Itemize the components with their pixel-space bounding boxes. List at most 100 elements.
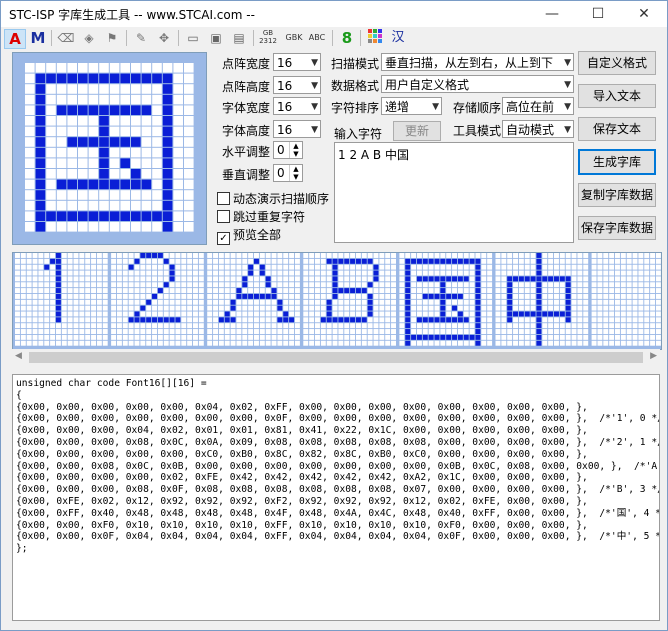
glyph-pixel[interactable] <box>577 311 583 317</box>
pencil-icon[interactable]: ✎ <box>131 29 151 47</box>
glyph-pixel[interactable] <box>20 305 26 311</box>
glyph-pixel[interactable] <box>469 299 475 305</box>
checkbox-box[interactable] <box>217 210 230 223</box>
glyph-pixel[interactable] <box>338 340 344 346</box>
glyph-pixel[interactable] <box>326 340 332 346</box>
glyph-pixel[interactable] <box>67 334 73 340</box>
glyph-pixel[interactable] <box>554 311 559 317</box>
glyph-pixel[interactable] <box>26 264 32 270</box>
glyph-pixel[interactable] <box>583 311 589 317</box>
glyph-pixel[interactable] <box>120 105 130 115</box>
glyph-pixel[interactable] <box>315 253 320 258</box>
glyph-pixel[interactable] <box>162 116 173 126</box>
glyph-pixel[interactable] <box>542 270 548 276</box>
glyph-pixel[interactable] <box>91 299 96 305</box>
glyph-pixel[interactable] <box>277 270 283 276</box>
glyph-pixel[interactable] <box>259 270 265 276</box>
glyph-pixel[interactable] <box>213 323 218 329</box>
glyph-pixel[interactable] <box>271 329 277 334</box>
glyph-pixel[interactable] <box>495 282 501 288</box>
glyph-pixel[interactable] <box>242 323 248 329</box>
glyph-pixel[interactable] <box>294 264 300 270</box>
glyph-pixel[interactable] <box>361 311 367 317</box>
glyph-pixel[interactable] <box>259 334 265 340</box>
glyph-pixel[interactable] <box>530 258 536 264</box>
glyph-pixel[interactable] <box>411 288 417 294</box>
glyph-pixel[interactable] <box>385 317 391 323</box>
glyph-pixel[interactable] <box>271 305 277 311</box>
glyph-pixel[interactable] <box>259 282 265 288</box>
glyph-pixel[interactable] <box>131 179 141 190</box>
glyph-pixel[interactable] <box>524 334 530 340</box>
glyph-pixel[interactable] <box>303 270 309 276</box>
glyph-pixel[interactable] <box>638 305 644 311</box>
glyph-pixel[interactable] <box>67 147 77 158</box>
glyph-pixel[interactable] <box>591 282 597 288</box>
glyph-pixel[interactable] <box>565 293 571 299</box>
glyph-pixel[interactable] <box>32 311 38 317</box>
glyph-pixel[interactable] <box>230 288 236 294</box>
glyph-pixel[interactable] <box>542 334 548 340</box>
glyph-pixel[interactable] <box>399 323 405 329</box>
glyph-pixel[interactable] <box>481 264 487 270</box>
glyph-pixel[interactable] <box>367 258 373 264</box>
glyph-pixel[interactable] <box>181 323 187 329</box>
glyph-pixel[interactable] <box>283 276 289 282</box>
glyph-pixel[interactable] <box>344 323 350 329</box>
glyph-pixel[interactable] <box>25 84 35 94</box>
glyph-pixel[interactable] <box>350 264 356 270</box>
glyph-pixel[interactable] <box>379 299 385 305</box>
glyph-pixel[interactable] <box>411 282 417 288</box>
glyph-pixel[interactable] <box>361 305 367 311</box>
glyph-pixel[interactable] <box>134 329 140 334</box>
glyph-pixel[interactable] <box>181 270 187 276</box>
glyph-pixel[interactable] <box>326 323 332 329</box>
glyph-pixel[interactable] <box>15 276 20 282</box>
glyph-pixel[interactable] <box>332 264 338 270</box>
glyph-pixel[interactable] <box>140 270 146 276</box>
glyph-pixel[interactable] <box>184 94 194 105</box>
glyph-pixel[interactable] <box>259 293 265 299</box>
glyph-pixel[interactable] <box>218 253 224 258</box>
glyph-pixel[interactable] <box>428 264 434 270</box>
glyph-pixel[interactable] <box>367 264 373 270</box>
glyph-pixel[interactable] <box>446 293 452 299</box>
glyph-pixel[interactable] <box>559 311 565 317</box>
glyph-pixel[interactable] <box>446 299 452 305</box>
glyph-pixel[interactable] <box>26 340 32 346</box>
glyph-pixel[interactable] <box>32 299 38 305</box>
glyph-pixel[interactable] <box>524 270 530 276</box>
glyph-pixel[interactable] <box>181 317 187 323</box>
glyph-pixel[interactable] <box>88 179 99 190</box>
glyph-pixel[interactable] <box>50 329 56 334</box>
glyph-pixel[interactable] <box>79 288 85 294</box>
glyph-pixel[interactable] <box>513 282 518 288</box>
glyph-pixel[interactable] <box>213 282 218 288</box>
glyph-pixel[interactable] <box>536 334 542 340</box>
glyph-pixel[interactable] <box>350 334 356 340</box>
glyph-pixel[interactable] <box>102 293 108 299</box>
glyph-pixel[interactable] <box>109 169 120 179</box>
glyph-pixel[interactable] <box>487 317 493 323</box>
glyph-pixel[interactable] <box>236 258 242 264</box>
glyph-pixel[interactable] <box>422 276 428 282</box>
glyph-pixel[interactable] <box>513 323 518 329</box>
glyph-pixel[interactable] <box>655 323 661 329</box>
glyph-pixel[interactable] <box>332 282 338 288</box>
glyph-pixel[interactable] <box>632 340 638 346</box>
glyph-pixel[interactable] <box>169 334 175 340</box>
glyph-pixel[interactable] <box>198 299 204 305</box>
glyph-pixel[interactable] <box>405 317 411 323</box>
glyph-pixel[interactable] <box>122 264 128 270</box>
glyph-pixel[interactable] <box>218 305 224 311</box>
glyph-pixel[interactable] <box>96 270 102 276</box>
glyph-pixel[interactable] <box>78 222 88 232</box>
glyph-pixel[interactable] <box>157 305 163 311</box>
glyph-pixel[interactable] <box>565 282 571 288</box>
glyph-pixel[interactable] <box>102 258 108 264</box>
glyph-pixel[interactable] <box>73 282 79 288</box>
glyph-pixel[interactable] <box>434 334 440 340</box>
move-icon[interactable]: ✥ <box>154 29 174 47</box>
glyph-pixel[interactable] <box>320 258 326 264</box>
glyph-pixel[interactable] <box>650 334 656 340</box>
